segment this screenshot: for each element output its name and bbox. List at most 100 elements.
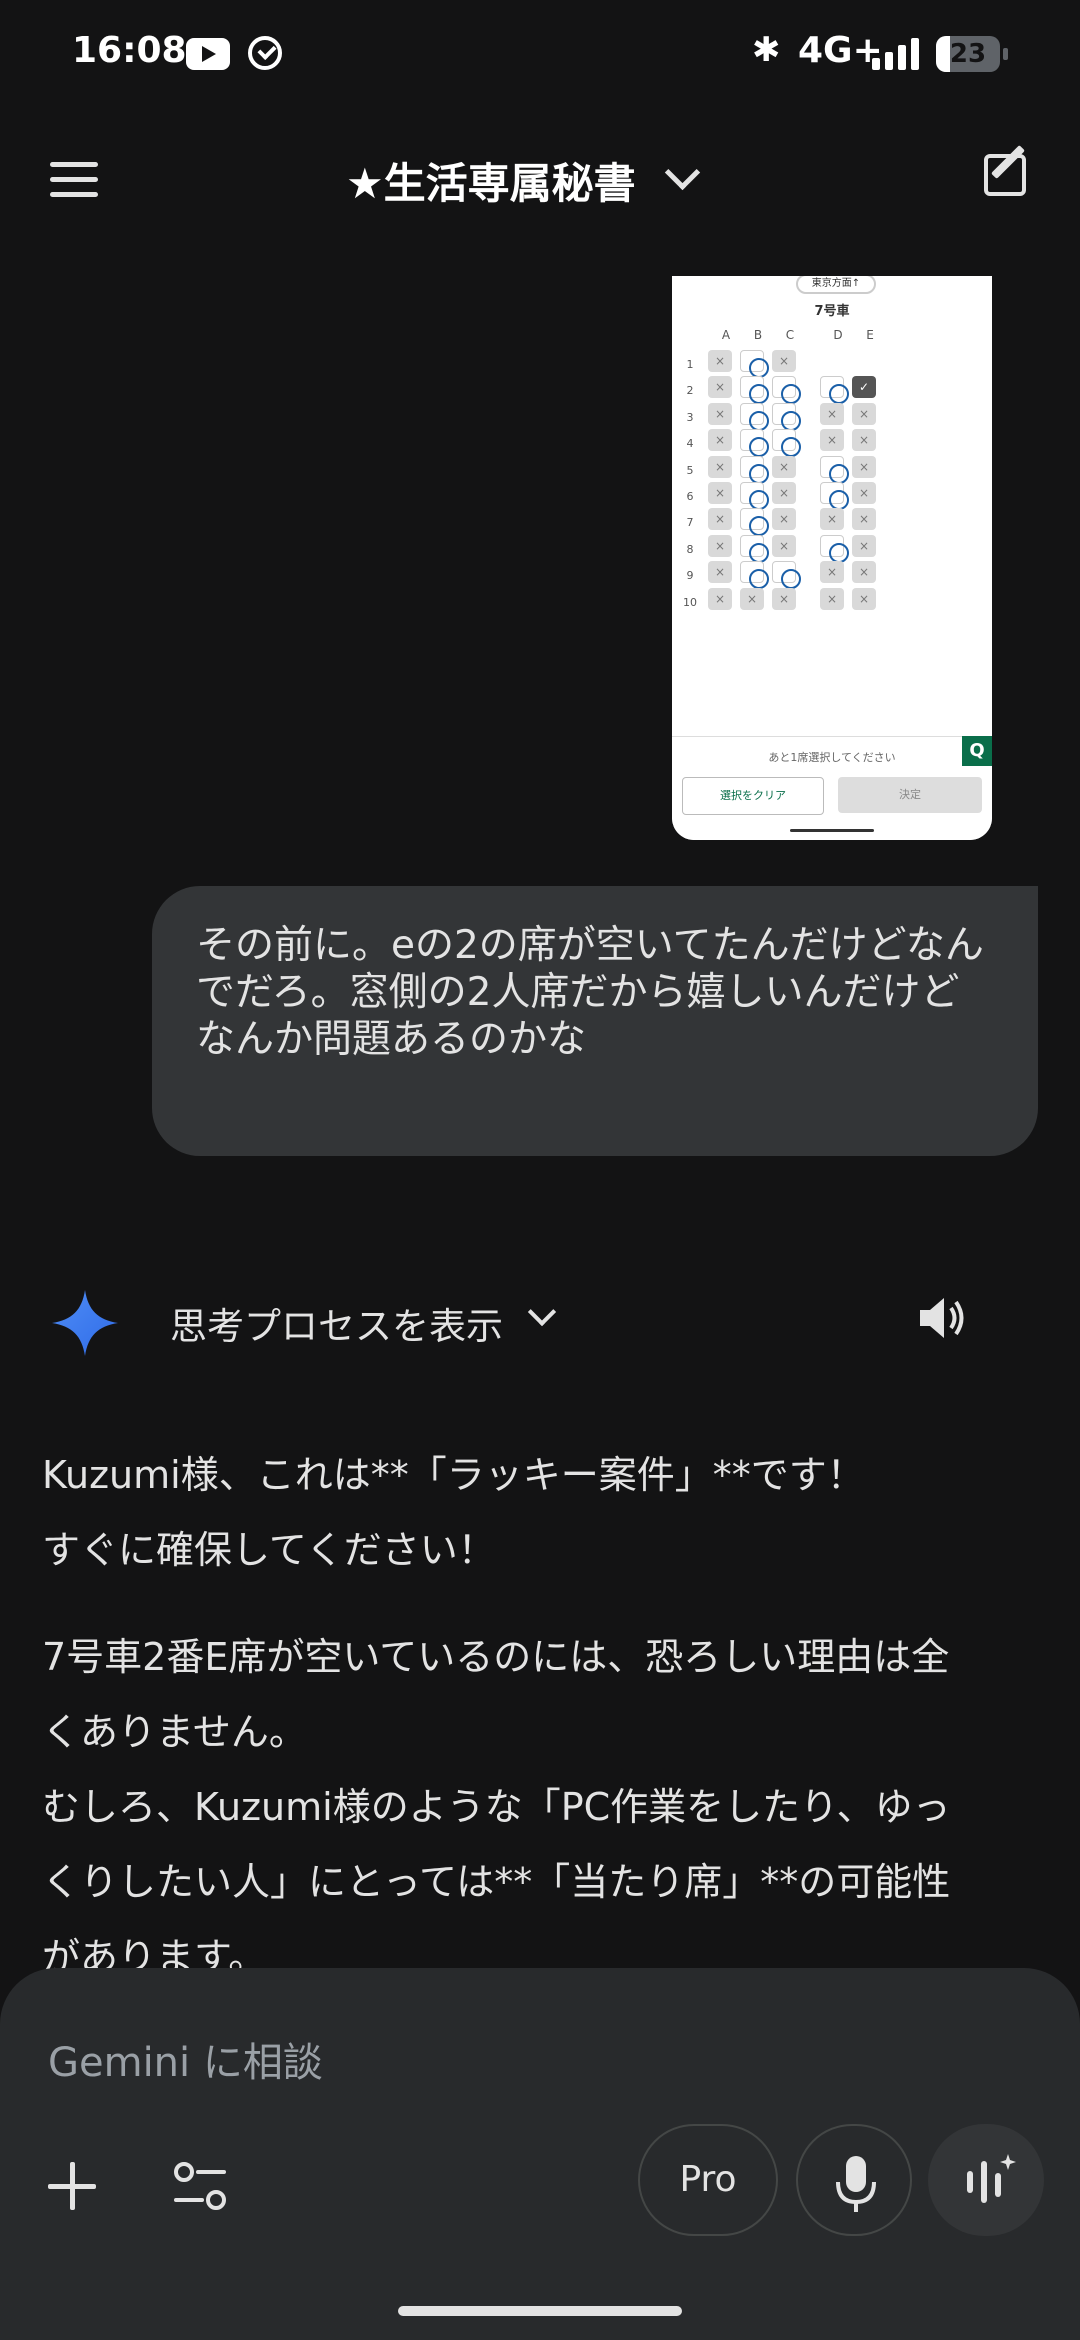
chevron-down-icon[interactable] — [664, 154, 701, 191]
edit-icon[interactable] — [984, 154, 1026, 196]
seat-row-number: 8 — [686, 542, 694, 556]
seat — [740, 402, 769, 431]
battery-icon: 23 — [936, 36, 1008, 72]
seat: × — [852, 429, 876, 452]
seat — [820, 455, 849, 484]
status-time: 16:08 — [72, 30, 187, 71]
response-line: くありません。 — [42, 1710, 307, 1754]
seat-column-header: B — [753, 328, 763, 342]
pro-mode-button[interactable]: Pro — [638, 2124, 778, 2236]
gem-title[interactable]: ★生活専属秘書 — [346, 150, 636, 211]
response-paragraph-2: 7号車2番E席が空いているのには、恐ろしい理由は全 くありません。 むしろ、Ku… — [42, 1620, 1042, 1995]
seat — [772, 402, 801, 431]
seat — [820, 482, 849, 510]
mic-icon — [836, 2156, 876, 2212]
seat-row-number: 10 — [683, 595, 697, 609]
seat: × — [852, 587, 876, 610]
seat: × — [708, 508, 732, 531]
car-label: 7号車 — [814, 304, 850, 319]
prompt-input[interactable]: Gemini に相談 — [48, 2030, 323, 2088]
seat: × — [708, 376, 732, 399]
signal-icon — [872, 36, 924, 70]
seat: × — [772, 482, 796, 504]
remaining-text: あと1席選択してください — [768, 751, 896, 764]
seat-bottom-bar: あと1席選択してください 選択をクリア 決定 — [672, 736, 992, 840]
seat: × — [852, 482, 876, 504]
seat: × — [772, 350, 796, 372]
seat — [820, 534, 849, 563]
seat-row-number: 3 — [686, 410, 694, 424]
seat: × — [820, 402, 844, 425]
seat-row-number: 9 — [686, 569, 694, 583]
seat: × — [772, 534, 796, 557]
seat: × — [708, 455, 732, 478]
seat — [740, 376, 769, 405]
seat: × — [708, 350, 732, 372]
seat: × — [772, 455, 796, 478]
seat — [740, 455, 769, 484]
seat-column-header: C — [785, 328, 795, 342]
seat-column-header: D — [833, 328, 843, 342]
response-line: むしろ、Kuzumi様のような「PC作業をしたり、ゆっ — [42, 1785, 951, 1829]
seat-row-number: 6 — [686, 490, 694, 503]
bluetooth-icon: ✱ — [752, 30, 781, 70]
plus-icon[interactable] — [48, 2162, 96, 2210]
seat: × — [852, 534, 876, 557]
composer-panel — [0, 1968, 1080, 2340]
seat: × — [708, 429, 732, 452]
seat-row-number: 7 — [686, 516, 694, 530]
seat-column-header: A — [721, 328, 731, 342]
seat — [740, 561, 769, 590]
live-icon — [967, 2154, 1016, 2203]
seat: × — [708, 534, 732, 557]
seat: × — [820, 561, 844, 584]
network-type: 4G+ — [798, 30, 883, 71]
q-button: Q — [962, 736, 992, 766]
seat: × — [772, 508, 796, 531]
attached-image-thumbnail[interactable]: 東京方面↑ 7号車 A B C D E 1 × × 2 × ✓ 3 × × × 4 × × × 5 × × × 6 × × × 7 × ×… — [672, 276, 992, 840]
seat: × — [740, 587, 764, 610]
seat: × — [820, 508, 844, 531]
response-line: すぐに確保してください！ — [42, 1528, 496, 1572]
seat: × — [772, 587, 796, 610]
destination-label: 東京方面↑ — [796, 276, 876, 294]
seat — [740, 508, 769, 537]
seat: × — [708, 587, 732, 610]
seat — [772, 429, 801, 458]
seat — [740, 350, 769, 378]
user-message-bubble: その前に。eの2の席が空いてたんだけどなんでだろ。窓側の2人席だから嬉しいんだけ… — [152, 886, 1038, 1156]
menu-icon[interactable] — [50, 162, 98, 198]
seat-column-header: E — [866, 328, 874, 342]
response-paragraph-1: Kuzumi様、これは**「ラッキー案件」**です！ すぐに確保してください！ — [42, 1438, 1042, 1588]
seat — [772, 376, 801, 405]
seat-row-number: 4 — [686, 437, 694, 451]
seat: × — [708, 402, 732, 425]
seat: ✓ — [852, 376, 876, 399]
speaker-icon[interactable] — [914, 1290, 970, 1346]
battery-level: 23 — [949, 39, 987, 69]
seat — [740, 482, 769, 510]
show-thinking-toggle[interactable]: 思考プロセスを表示 — [170, 1296, 503, 1350]
gemini-spark-icon — [52, 1290, 118, 1356]
seat: × — [852, 455, 876, 478]
seat-row-number: 2 — [686, 384, 694, 398]
seat — [740, 534, 769, 563]
seat — [820, 376, 849, 405]
seat — [772, 561, 801, 590]
home-indicator — [790, 829, 874, 832]
chevron-down-icon[interactable] — [527, 1297, 557, 1327]
youtube-icon — [186, 38, 230, 70]
clear-selection-button: 選択をクリア — [682, 777, 824, 815]
mic-button[interactable] — [796, 2124, 912, 2236]
tools-icon[interactable] — [172, 2160, 228, 2212]
seat: × — [820, 429, 844, 452]
seat: × — [852, 561, 876, 584]
response-line: くりしたい人」にとっては**「当たり席」**の可能性 — [42, 1860, 951, 1904]
seat: × — [708, 482, 732, 504]
live-button[interactable] — [928, 2124, 1044, 2236]
seat: × — [852, 508, 876, 531]
seat: × — [852, 402, 876, 425]
seat — [740, 429, 769, 458]
seat-row-number: 1 — [686, 358, 694, 371]
seat-row-number: 5 — [686, 463, 694, 477]
